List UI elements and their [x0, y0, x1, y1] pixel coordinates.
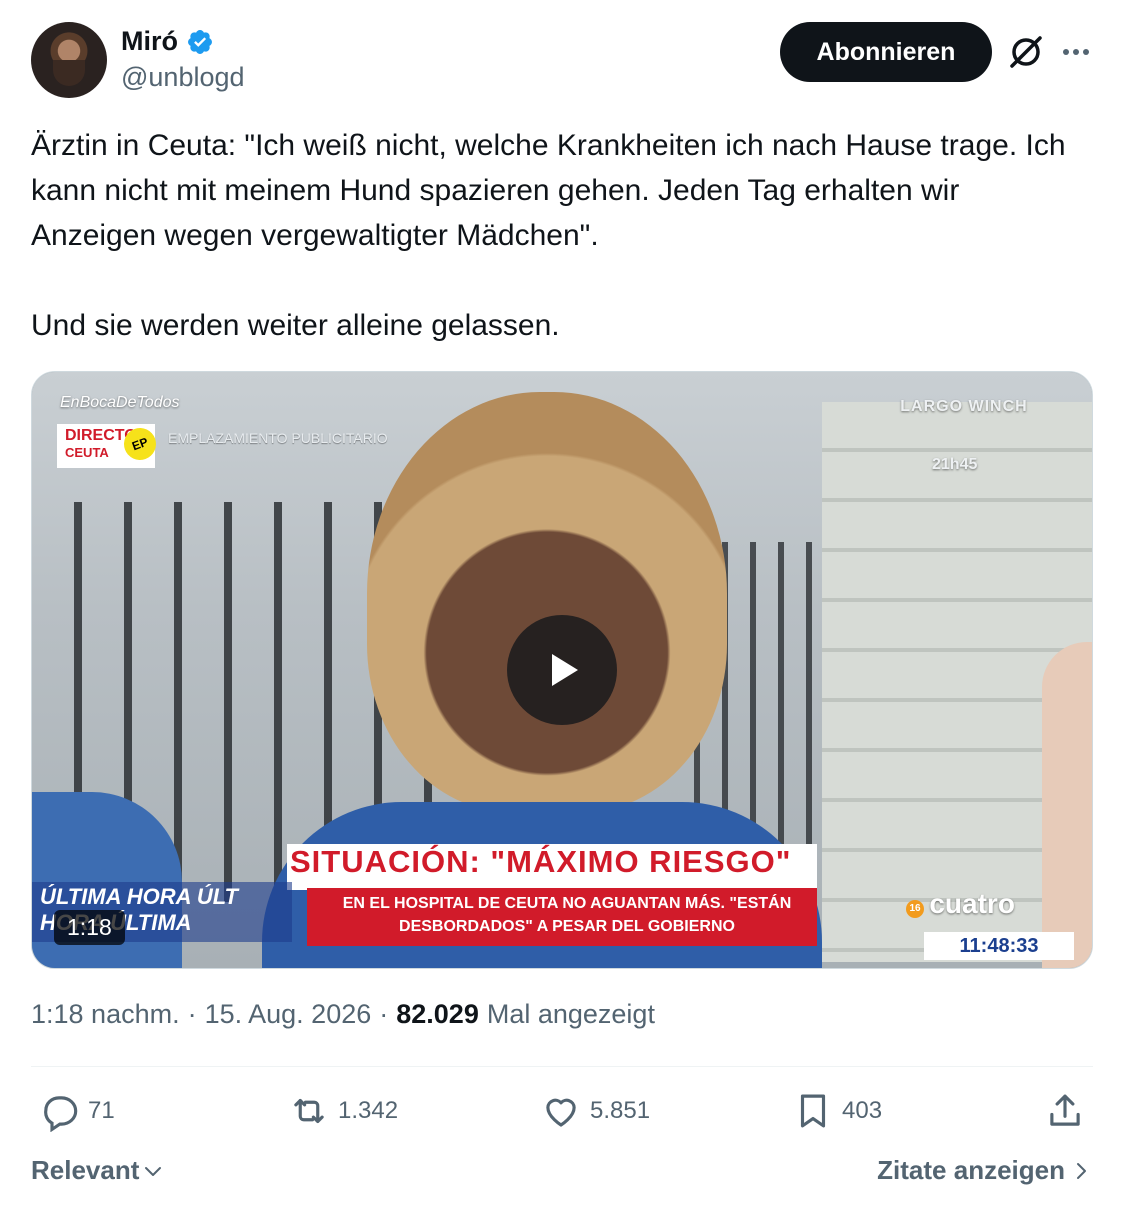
- like-button[interactable]: 5.851: [540, 1090, 650, 1132]
- sort-dropdown[interactable]: Relevant: [31, 1155, 165, 1186]
- meta-separator: ·: [379, 999, 389, 1029]
- promo-time: 21h45: [932, 456, 978, 473]
- video-subline: EN EL HOSPITAL DE CEUTA NO AGUANTAN MÁS.…: [342, 895, 792, 935]
- tweet-meta: 1:18 nachm. · 15. Aug. 2026 · 82.029 Mal…: [31, 999, 655, 1030]
- reply-count: 71: [88, 1097, 115, 1124]
- more-options-icon[interactable]: [1058, 38, 1094, 66]
- video-side-person: [1042, 642, 1092, 968]
- verified-badge-icon: [188, 29, 212, 54]
- promo-logo: LARGO WINCH: [900, 398, 1028, 415]
- video-player[interactable]: EnBocaDeTodos DIRECTO CEUTA EP EMPLAZAMI…: [31, 371, 1093, 969]
- heart-icon: [546, 1098, 576, 1127]
- broadcaster-logo: cuatro: [906, 888, 1015, 920]
- broadcaster-name: cuatro: [929, 888, 1015, 919]
- video-clock: 11:48:33: [924, 932, 1074, 960]
- view-quotes-link[interactable]: Zitate anzeigen: [877, 1155, 1091, 1186]
- video-duration: 1:18: [54, 910, 125, 945]
- placement-text: EMPLAZAMIENTO PUBLICITARIO: [168, 430, 388, 446]
- video-person-head: [367, 392, 727, 812]
- reply-icon: [44, 1096, 78, 1132]
- bookmark-button[interactable]: 403: [792, 1090, 882, 1132]
- view-count: 82.029: [396, 999, 479, 1029]
- reply-button[interactable]: 71: [38, 1090, 115, 1132]
- repost-button[interactable]: 1.342: [288, 1090, 398, 1132]
- ticker-text: ÚLTIMA HORA ÚLT: [40, 884, 238, 909]
- author-handle[interactable]: @unblogd: [121, 62, 245, 93]
- grok-icon[interactable]: [1006, 32, 1046, 72]
- chevron-down-icon: [145, 1166, 162, 1176]
- author-display-name[interactable]: Miró: [121, 26, 178, 57]
- share-button[interactable]: [1044, 1090, 1086, 1132]
- chevron-right-icon: [1077, 1162, 1086, 1179]
- play-button[interactable]: [507, 615, 617, 725]
- meta-separator: ·: [187, 999, 197, 1029]
- like-count: 5.851: [590, 1097, 651, 1124]
- subscribe-button[interactable]: Abonnieren: [780, 22, 992, 82]
- quotes-label: Zitate anzeigen: [877, 1155, 1065, 1185]
- divider: [31, 1066, 1093, 1067]
- author-name-row: Miró: [121, 26, 214, 57]
- bookmark-icon: [800, 1094, 826, 1128]
- sort-label: Relevant: [31, 1155, 140, 1185]
- author-avatar[interactable]: [31, 22, 107, 98]
- tweet-text: Ärztin in Ceuta: "Ich weiß nicht, welche…: [31, 129, 1066, 342]
- channel-logo: EnBocaDeTodos: [60, 394, 180, 411]
- share-icon: [1050, 1094, 1080, 1126]
- view-count-label: Mal angezeigt: [486, 999, 655, 1029]
- video-headline: SITUACIÓN: "MÁXIMO RIESGO": [290, 844, 792, 879]
- repost-count: 1.342: [338, 1097, 399, 1124]
- tweet-date[interactable]: 15. Aug. 2026: [205, 999, 372, 1030]
- tweet-time[interactable]: 1:18 nachm.: [31, 999, 180, 1030]
- bookmark-count: 403: [842, 1097, 883, 1124]
- repost-icon: [294, 1098, 324, 1124]
- play-icon: [552, 654, 578, 686]
